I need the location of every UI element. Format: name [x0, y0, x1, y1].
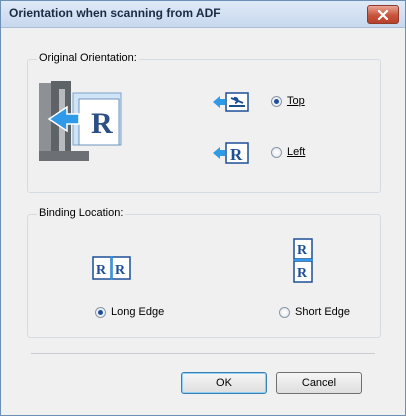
short-edge-radio[interactable]: Short Edge — [279, 306, 350, 318]
binding-location-group — [27, 214, 381, 338]
svg-text:R: R — [96, 263, 107, 278]
short-edge-binding-icon: R R — [293, 238, 313, 283]
dialog-window: Orientation when scanning from ADF Origi… — [0, 0, 406, 416]
svg-text:R: R — [297, 266, 308, 281]
left-radio[interactable]: Left — [271, 146, 305, 158]
long-edge-radio-dot[interactable] — [95, 306, 106, 318]
short-edge-radio-dot[interactable] — [279, 306, 290, 318]
cancel-button[interactable]: Cancel — [276, 372, 362, 394]
svg-text:R: R — [230, 145, 243, 164]
left-radio-dot[interactable] — [271, 146, 282, 158]
close-button[interactable] — [367, 5, 399, 24]
svg-text:R: R — [115, 263, 126, 278]
long-edge-radio-label: Long Edge — [111, 306, 165, 318]
binding-location-label: Binding Location: — [37, 207, 126, 219]
top-radio[interactable]: Top — [271, 95, 305, 107]
long-edge-binding-icon: R R — [92, 256, 131, 280]
dialog-title: Orientation when scanning from ADF — [9, 6, 221, 20]
title-bar: Orientation when scanning from ADF — [1, 1, 405, 28]
ok-button[interactable]: OK — [181, 372, 267, 394]
left-orientation-icon: R — [213, 142, 249, 164]
top-orientation-icon — [213, 92, 249, 112]
top-radio-dot[interactable] — [271, 95, 282, 107]
adf-scanner-illustration: R — [39, 81, 122, 161]
short-edge-radio-label: Short Edge — [295, 306, 351, 318]
close-icon — [377, 9, 389, 20]
separator — [31, 353, 375, 354]
svg-text:R: R — [297, 243, 308, 258]
original-orientation-label: Original Orientation: — [37, 52, 139, 64]
top-radio-label: Top — [287, 95, 305, 107]
svg-text:R: R — [91, 107, 113, 140]
long-edge-radio[interactable]: Long Edge — [95, 306, 164, 318]
left-radio-label: Left — [287, 146, 306, 158]
